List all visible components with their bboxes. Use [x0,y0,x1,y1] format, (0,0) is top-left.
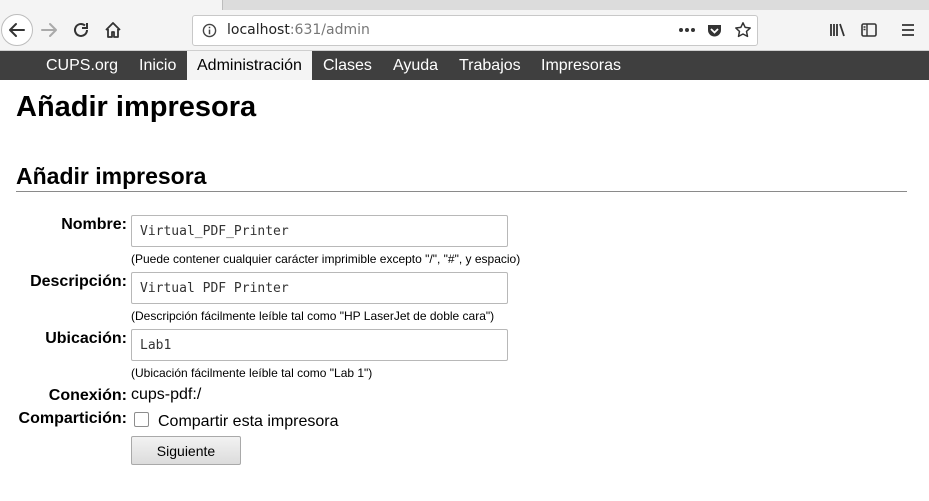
url-host: localhost [227,22,290,38]
bookmark-star-icon[interactable] [734,21,752,39]
url-path: :631/admin [289,22,370,38]
share-printer-checkbox[interactable] [134,412,149,427]
back-button[interactable] [1,14,33,46]
active-tab[interactable] [0,0,223,10]
library-button[interactable] [822,15,852,45]
next-button[interactable]: Siguiente [131,436,241,465]
cups-nav: CUPS.org Inicio Administración Clases Ay… [0,51,929,80]
description-hint: (Descripción fácilmente leíble tal como … [131,309,495,323]
section-divider [16,191,907,192]
page-title: Añadir impresora [16,91,257,123]
nav-trabajos[interactable]: Trabajos [449,51,531,80]
home-icon [105,22,121,38]
more-icon[interactable] [678,24,696,36]
tab-strip [0,0,929,10]
connection-label: Conexión: [48,387,127,404]
menu-icon [902,24,914,36]
pocket-icon[interactable] [706,22,723,39]
reload-icon [74,22,88,37]
nav-inicio[interactable]: Inicio [129,51,186,80]
menu-button[interactable] [893,15,923,45]
library-icon [830,23,845,37]
location-hint: (Ubicación fácilmente leíble tal como "L… [131,366,373,380]
description-input[interactable] [131,272,508,304]
description-label: Descripción: [30,273,127,290]
info-icon [202,23,217,38]
name-input[interactable] [131,215,508,247]
browser-toolbar: localhost:631/admin [0,10,929,51]
name-label: Nombre: [61,216,127,233]
nav-clases[interactable]: Clases [313,51,382,80]
url-bar[interactable]: localhost:631/admin [192,15,758,46]
name-hint: (Puede contener cualquier carácter impri… [131,252,521,266]
sidebar-icon [861,23,877,37]
forward-button[interactable] [34,15,64,45]
connection-value: cups-pdf:/ [131,386,202,403]
share-printer-checkbox-label[interactable]: Compartir esta impresora [158,413,339,431]
url-text: localhost:631/admin [227,22,370,38]
nav-impresoras[interactable]: Impresoras [531,51,631,80]
nav-cups-org[interactable]: CUPS.org [36,51,128,80]
sharing-label: Compartición: [18,410,127,427]
home-button[interactable] [98,15,128,45]
nav-ayuda[interactable]: Ayuda [383,51,448,80]
forward-icon [41,23,57,37]
location-label: Ubicación: [45,330,127,347]
nav-administracion[interactable]: Administración [187,51,312,80]
section-title: Añadir impresora [16,163,207,189]
sidebar-button[interactable] [854,15,884,45]
back-icon [9,23,25,37]
location-input[interactable] [131,329,508,361]
reload-button[interactable] [66,15,96,45]
